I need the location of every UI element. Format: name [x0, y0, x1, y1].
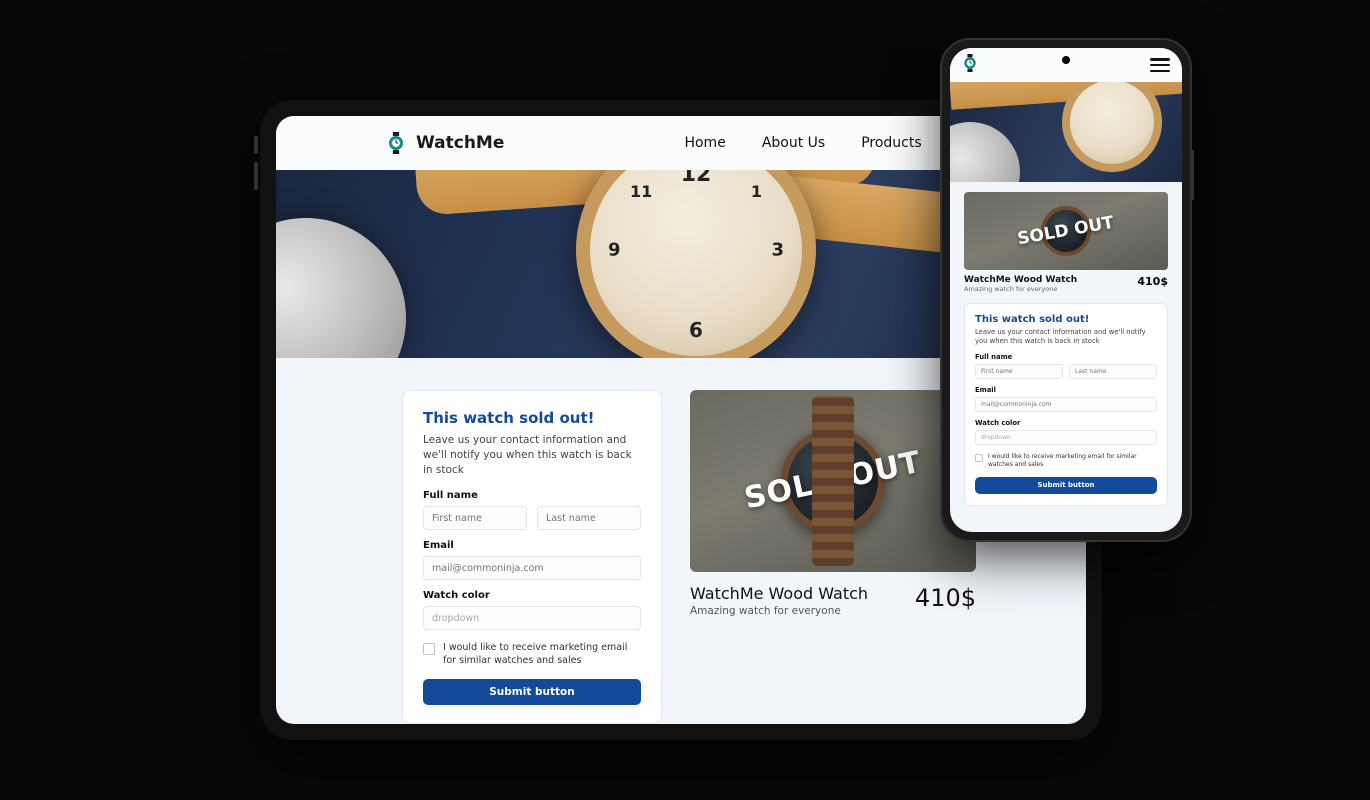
- notify-form: This watch sold out! Leave us your conta…: [402, 390, 662, 724]
- brand[interactable]: WatchMe: [386, 132, 504, 154]
- product-card: SOLD OUT WatchMe Wood Watch Amazing watc…: [690, 390, 976, 724]
- main-nav: Home About Us Products Co: [684, 135, 976, 151]
- checkbox-icon: [975, 454, 983, 462]
- label-fullname: Full name: [975, 353, 1157, 361]
- color-dropdown[interactable]: dropdown: [423, 606, 641, 630]
- product-subtitle: Amazing watch for everyone: [690, 605, 868, 617]
- hamburger-menu-icon[interactable]: [1150, 58, 1170, 72]
- product-title: WatchMe Wood Watch: [964, 275, 1077, 285]
- sold-out-badge: SOLD OUT: [1016, 213, 1115, 250]
- product-image: SOLD OUT: [964, 192, 1168, 270]
- notify-form: This watch sold out! Leave us your conta…: [964, 303, 1168, 506]
- last-name-input[interactable]: [537, 506, 641, 530]
- phone-device: SOLD OUT WatchMe Wood Watch Amazing watc…: [940, 38, 1192, 542]
- brand-name: WatchMe: [416, 133, 504, 153]
- nav-about[interactable]: About Us: [762, 135, 825, 151]
- label-color: Watch color: [423, 590, 641, 601]
- label-color: Watch color: [975, 419, 1157, 427]
- phone-screen: SOLD OUT WatchMe Wood Watch Amazing watc…: [950, 48, 1182, 532]
- product-price: 410$: [1137, 275, 1168, 293]
- form-heading: This watch sold out!: [975, 314, 1157, 325]
- phone-header: [950, 48, 1182, 82]
- phone-content: SOLD OUT WatchMe Wood Watch Amazing watc…: [950, 182, 1182, 532]
- checkbox-label: I would like to receive marketing email …: [988, 453, 1157, 469]
- marketing-checkbox[interactable]: I would like to receive marketing email …: [423, 642, 641, 667]
- product-image: SOLD OUT: [690, 390, 976, 572]
- email-input[interactable]: [423, 556, 641, 580]
- product-subtitle: Amazing watch for everyone: [964, 285, 1077, 293]
- marketing-checkbox[interactable]: I would like to receive marketing email …: [975, 453, 1157, 469]
- product-price: 410$: [915, 584, 976, 612]
- color-dropdown[interactable]: dropdown: [975, 430, 1157, 445]
- nav-home[interactable]: Home: [684, 135, 725, 151]
- product-title: WatchMe Wood Watch: [690, 584, 868, 603]
- checkbox-label: I would like to receive marketing email …: [443, 642, 641, 667]
- watch-logo-icon: [962, 54, 978, 72]
- submit-button[interactable]: Submit button: [423, 679, 641, 705]
- label-email: Email: [975, 386, 1157, 394]
- last-name-input[interactable]: [1069, 364, 1157, 379]
- first-name-input[interactable]: [423, 506, 527, 530]
- hero-image: [950, 82, 1182, 182]
- form-lead: Leave us your contact information and we…: [423, 433, 641, 479]
- nav-products[interactable]: Products: [861, 135, 921, 151]
- sold-out-badge: SOLD OUT: [741, 445, 924, 517]
- label-email: Email: [423, 540, 641, 551]
- submit-button[interactable]: Submit button: [975, 477, 1157, 494]
- email-input[interactable]: [975, 397, 1157, 412]
- form-heading: This watch sold out!: [423, 409, 641, 427]
- watch-logo-icon: [386, 132, 406, 154]
- checkbox-icon: [423, 643, 435, 655]
- brand[interactable]: [962, 54, 978, 76]
- phone-camera-icon: [1062, 56, 1070, 64]
- label-fullname: Full name: [423, 490, 641, 501]
- first-name-input[interactable]: [975, 364, 1063, 379]
- form-lead: Leave us your contact information and we…: [975, 328, 1157, 346]
